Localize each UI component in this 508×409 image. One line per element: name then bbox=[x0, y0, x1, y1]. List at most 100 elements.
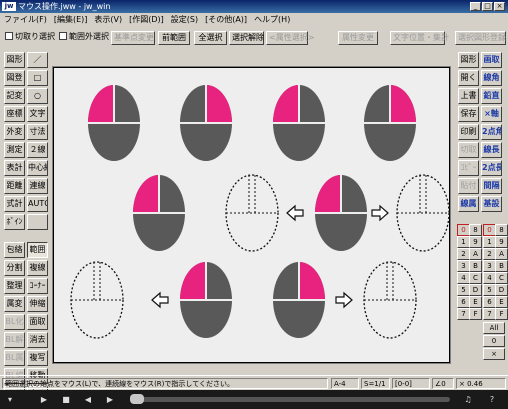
left-tool-button[interactable]: □ bbox=[27, 70, 48, 86]
right-tool-button[interactable]: 開く bbox=[458, 70, 479, 86]
menu-icon[interactable]: ▾ bbox=[4, 394, 16, 405]
left-tool-button[interactable]: BL解 bbox=[4, 332, 25, 348]
layer-button[interactable]: C bbox=[495, 272, 508, 284]
layer-button[interactable]: F bbox=[495, 308, 508, 320]
layer-button[interactable]: F bbox=[469, 308, 482, 320]
right-tool-button[interactable]: 貼付 bbox=[458, 178, 479, 194]
minimize-button[interactable]: _ bbox=[470, 2, 481, 11]
layer-all-button[interactable]: All bbox=[483, 322, 505, 334]
attribute-change-button[interactable]: 属性変更 bbox=[338, 31, 378, 45]
left-tool-button[interactable]: 伸縮 bbox=[27, 296, 48, 312]
left-tool-button[interactable]: 面取 bbox=[27, 314, 48, 330]
right-tool-button[interactable]: 間隔 bbox=[481, 178, 502, 194]
layer-button[interactable]: A bbox=[495, 248, 508, 260]
menu-view[interactable]: 表示(V) bbox=[92, 14, 124, 25]
close-button[interactable]: × bbox=[494, 2, 505, 11]
menu-settings[interactable]: 設定(S) bbox=[169, 14, 200, 25]
cut-select-checkbox[interactable]: 切取り選択 bbox=[5, 31, 55, 45]
outside-select-checkbox[interactable]: 範囲外選択 bbox=[59, 31, 109, 45]
status-layer[interactable]: [0-0] bbox=[392, 378, 430, 389]
menu-edit[interactable]: [編集(E)] bbox=[52, 14, 90, 25]
right-tool-button[interactable]: ｺﾋﾟｰ bbox=[458, 160, 479, 176]
right-tool-button[interactable]: 線長 bbox=[481, 142, 502, 158]
left-tool-button[interactable]: ２線 bbox=[27, 142, 48, 158]
left-tool-button[interactable]: 整理 bbox=[4, 278, 25, 294]
right-tool-button[interactable]: 図形 bbox=[458, 52, 479, 68]
left-tool-button[interactable] bbox=[27, 214, 48, 230]
layer-button[interactable]: B bbox=[495, 260, 508, 272]
left-tool-button[interactable]: 図登 bbox=[4, 70, 25, 86]
right-tool-button[interactable]: 切取 bbox=[458, 142, 479, 158]
left-tool-button[interactable]: 複線 bbox=[27, 260, 48, 276]
music-icon[interactable]: ♫ bbox=[462, 394, 474, 405]
left-tool-button[interactable]: 外変 bbox=[4, 124, 25, 140]
right-tool-button[interactable]: 上書 bbox=[458, 88, 479, 104]
layer-button[interactable]: 8 bbox=[495, 224, 508, 236]
layer-button[interactable]: E bbox=[469, 296, 482, 308]
left-tool-button[interactable]: 中心線 bbox=[27, 160, 48, 176]
layer-button[interactable]: B bbox=[469, 260, 482, 272]
status-zoom[interactable]: × 0.46 bbox=[456, 378, 506, 389]
previous-range-button[interactable]: 前範囲 bbox=[158, 31, 190, 45]
left-tool-button[interactable]: BL化 bbox=[4, 314, 25, 330]
play-icon[interactable]: ▶ bbox=[38, 394, 50, 405]
left-tool-button[interactable]: 距離 bbox=[4, 178, 25, 194]
layer-button[interactable]: 8 bbox=[469, 224, 482, 236]
left-tool-button[interactable]: AUTO bbox=[27, 196, 48, 212]
layer-button[interactable]: 9 bbox=[469, 236, 482, 248]
right-tool-button[interactable]: ×軸 bbox=[481, 106, 502, 122]
right-tool-button[interactable]: 線角 bbox=[481, 70, 502, 86]
left-tool-button[interactable]: 寸法 bbox=[27, 124, 48, 140]
left-tool-button[interactable]: 連線 bbox=[27, 178, 48, 194]
left-tool-button[interactable]: ○ bbox=[27, 88, 48, 104]
menu-file[interactable]: ファイル(F) bbox=[2, 14, 49, 25]
layer-x-button[interactable]: × bbox=[483, 348, 505, 360]
status-scale[interactable]: S=1/1 bbox=[361, 378, 390, 389]
layer-button[interactable]: C bbox=[469, 272, 482, 284]
base-point-change-button[interactable]: 基準点変更 bbox=[111, 31, 155, 45]
deselect-button[interactable]: 選択解除 bbox=[229, 31, 264, 45]
status-paper[interactable]: A-4 bbox=[331, 378, 359, 389]
left-tool-button[interactable]: 範囲 bbox=[27, 242, 48, 258]
menu-help[interactable]: ヘルプ(H) bbox=[252, 14, 292, 25]
menu-draw[interactable]: [作図(D)] bbox=[127, 14, 166, 25]
layer-button[interactable]: 9 bbox=[495, 236, 508, 248]
left-tool-button[interactable]: 文字 bbox=[27, 106, 48, 122]
right-tool-button[interactable]: 鉛直 bbox=[481, 88, 502, 104]
next-icon[interactable]: ▶ bbox=[104, 394, 116, 405]
right-tool-button[interactable]: 印刷 bbox=[458, 124, 479, 140]
left-tool-button[interactable]: ｺｰﾅｰ bbox=[27, 278, 48, 294]
right-tool-button[interactable]: 基設 bbox=[481, 196, 502, 212]
left-tool-button[interactable]: 表計 bbox=[4, 160, 25, 176]
layer-button[interactable]: E bbox=[495, 296, 508, 308]
right-tool-button[interactable]: 2点角 bbox=[481, 124, 502, 140]
stop-icon[interactable]: ■ bbox=[60, 394, 72, 405]
layer-zero-button[interactable]: 0 bbox=[483, 335, 505, 347]
left-tool-button[interactable]: BL属 bbox=[4, 350, 25, 366]
maximize-button[interactable]: □ bbox=[482, 2, 493, 11]
menu-other[interactable]: [その他(A)] bbox=[203, 14, 249, 25]
left-tool-button[interactable]: 座標 bbox=[4, 106, 25, 122]
left-tool-button[interactable]: 分割 bbox=[4, 260, 25, 276]
right-tool-button[interactable]: 画取 bbox=[481, 52, 502, 68]
left-tool-button[interactable]: 消去 bbox=[27, 332, 48, 348]
left-tool-button[interactable]: 測定 bbox=[4, 142, 25, 158]
right-tool-button[interactable]: 2点長 bbox=[481, 160, 502, 176]
left-tool-button[interactable]: 式計 bbox=[4, 196, 25, 212]
left-tool-button[interactable]: 包絡 bbox=[4, 242, 25, 258]
text-position-button[interactable]: 文字位置・集計 bbox=[390, 31, 449, 45]
left-tool-button[interactable]: 属変 bbox=[4, 296, 25, 312]
layer-button[interactable]: D bbox=[495, 284, 508, 296]
left-tool-button[interactable]: 記変 bbox=[4, 88, 25, 104]
status-angle[interactable]: ∠0 bbox=[432, 378, 454, 389]
right-tool-button[interactable]: 線属 bbox=[458, 196, 479, 212]
attribute-select-button[interactable]: <属性選択> bbox=[266, 31, 314, 45]
left-tool-button[interactable]: ﾎﾞｲﾝ bbox=[4, 214, 25, 230]
seek-bar[interactable] bbox=[132, 397, 450, 402]
layer-button[interactable]: A bbox=[469, 248, 482, 260]
seek-handle[interactable] bbox=[130, 394, 144, 404]
select-all-button[interactable]: 全選択 bbox=[194, 31, 227, 45]
left-tool-button[interactable]: ／ bbox=[27, 52, 48, 68]
left-tool-button[interactable]: 複写 bbox=[27, 350, 48, 366]
select-figure-register-button[interactable]: 選択図形登録 bbox=[455, 31, 506, 45]
